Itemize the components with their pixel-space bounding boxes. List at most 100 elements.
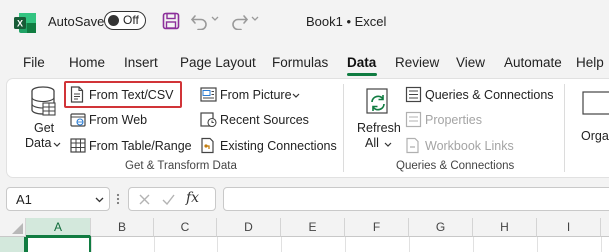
properties-button[interactable]: Properties [404, 111, 494, 129]
from-text-csv-button[interactable]: From Text/CSV [68, 86, 180, 104]
from-picture-button[interactable]: From Picture [199, 86, 303, 104]
from-table-range-button[interactable]: From Table/Range [68, 137, 192, 155]
recent-sources-label: Recent Sources [220, 113, 309, 127]
gridline [473, 237, 474, 252]
select-all-corner[interactable] [0, 218, 26, 237]
tab-formulas[interactable]: Formulas [272, 55, 328, 70]
formula-input[interactable] [223, 187, 609, 211]
tab-page-layout[interactable]: Page Layout [180, 55, 256, 70]
enter-check-icon[interactable] [162, 194, 175, 205]
redo-dropdown-icon[interactable] [251, 16, 259, 22]
chevron-down-icon [53, 142, 61, 147]
insert-function-button[interactable]: fx [186, 190, 199, 206]
toggle-knob [108, 14, 119, 26]
gridline [537, 237, 538, 252]
queries-connections-button[interactable]: Queries & Connections [404, 86, 554, 104]
tab-review[interactable]: Review [395, 55, 439, 70]
recent-sources-button[interactable]: Recent Sources [199, 111, 309, 129]
column-header-g[interactable]: G [409, 218, 473, 237]
tab-data[interactable]: Data [347, 55, 376, 70]
name-box[interactable]: A1 [6, 187, 110, 211]
autosave-toggle[interactable]: Off [104, 11, 146, 30]
column-header-e[interactable]: E [281, 218, 345, 237]
tab-insert[interactable]: Insert [124, 55, 158, 70]
gridline [217, 237, 218, 252]
from-table-range-label: From Table/Range [89, 139, 192, 153]
existing-connections-icon [200, 137, 217, 154]
tab-file[interactable]: File [23, 55, 45, 70]
column-header-f[interactable]: F [345, 218, 409, 237]
group-label-get-transform: Get & Transform Data [125, 160, 237, 172]
organization-icon [582, 90, 609, 116]
name-box-value: A1 [16, 192, 32, 207]
organization-label: Orga [581, 129, 609, 143]
gridline [601, 237, 602, 252]
properties-icon [405, 111, 422, 128]
table-icon [70, 138, 86, 153]
database-icon [30, 86, 56, 116]
refresh-label-2: All [365, 136, 379, 150]
column-header-c[interactable]: C [154, 218, 217, 237]
window-title: Book1 • Excel [306, 14, 387, 29]
web-page-icon [70, 112, 86, 128]
redo-icon[interactable] [229, 12, 249, 30]
gridline [281, 237, 282, 252]
refresh-icon [365, 87, 391, 117]
existing-connections-button[interactable]: Existing Connections [199, 137, 337, 155]
gridline [409, 237, 410, 252]
column-header-h[interactable]: H [473, 218, 537, 237]
column-header-d[interactable]: D [217, 218, 281, 237]
refresh-label-1: Refresh [357, 121, 401, 135]
column-header-i[interactable]: I [537, 218, 601, 237]
title-bar: X AutoSave Off Book1 • Excel [0, 0, 609, 46]
column-header-b[interactable]: B [91, 218, 154, 237]
group-divider [343, 84, 344, 172]
properties-label: Properties [425, 113, 482, 127]
gridline [91, 237, 92, 252]
undo-dropdown-icon[interactable] [211, 16, 219, 22]
cancel-icon[interactable] [139, 194, 150, 205]
get-data-button[interactable]: Get Data [18, 84, 66, 154]
tab-view[interactable]: View [456, 55, 485, 70]
tab-automate[interactable]: Automate [504, 55, 562, 70]
recent-sources-icon [200, 111, 217, 128]
from-web-button[interactable]: From Web [68, 111, 158, 129]
organization-button[interactable]: Orga [574, 84, 609, 154]
tab-home[interactable]: Home [69, 55, 105, 70]
workbook-links-icon [405, 137, 422, 154]
autosave-label: AutoSave [48, 14, 105, 29]
queries-connections-label: Queries & Connections [425, 88, 554, 102]
active-cell-a1[interactable] [26, 236, 91, 252]
save-icon[interactable] [162, 12, 180, 30]
tab-help[interactable]: Help [576, 55, 604, 70]
workbook-links-label: Workbook Links [425, 139, 514, 153]
from-web-label: From Web [89, 113, 148, 127]
text-file-icon [70, 86, 84, 103]
get-data-label-1: Get [34, 121, 55, 135]
get-data-label-2: Data [25, 136, 52, 150]
workbook-links-button[interactable]: Workbook Links [404, 137, 522, 155]
autosave-state: Off [123, 13, 139, 27]
chevron-down-icon[interactable] [95, 197, 104, 203]
active-tab-indicator [347, 73, 377, 76]
column-header-partial[interactable] [601, 218, 609, 237]
chevron-down-icon [292, 93, 300, 98]
from-text-csv-label: From Text/CSV [89, 88, 174, 102]
group-label-queries-connections: Queries & Connections [396, 160, 515, 172]
excel-logo-icon: X [14, 13, 36, 33]
queries-icon [405, 86, 422, 103]
gridline [154, 237, 155, 252]
column-header-a[interactable]: A [26, 218, 91, 237]
undo-icon[interactable] [190, 12, 210, 30]
existing-connections-label: Existing Connections [220, 139, 337, 153]
formula-bar-buttons: fx [128, 187, 216, 211]
row-header-1[interactable] [0, 237, 26, 252]
picture-icon [200, 86, 217, 103]
svg-text:X: X [17, 19, 23, 29]
refresh-all-button[interactable]: Refresh All [352, 84, 401, 154]
formula-bar-grip-icon[interactable] [116, 193, 120, 205]
from-picture-label: From Picture [220, 88, 292, 102]
chevron-down-icon [384, 142, 392, 147]
group-divider [564, 84, 565, 172]
gridline [345, 237, 346, 252]
